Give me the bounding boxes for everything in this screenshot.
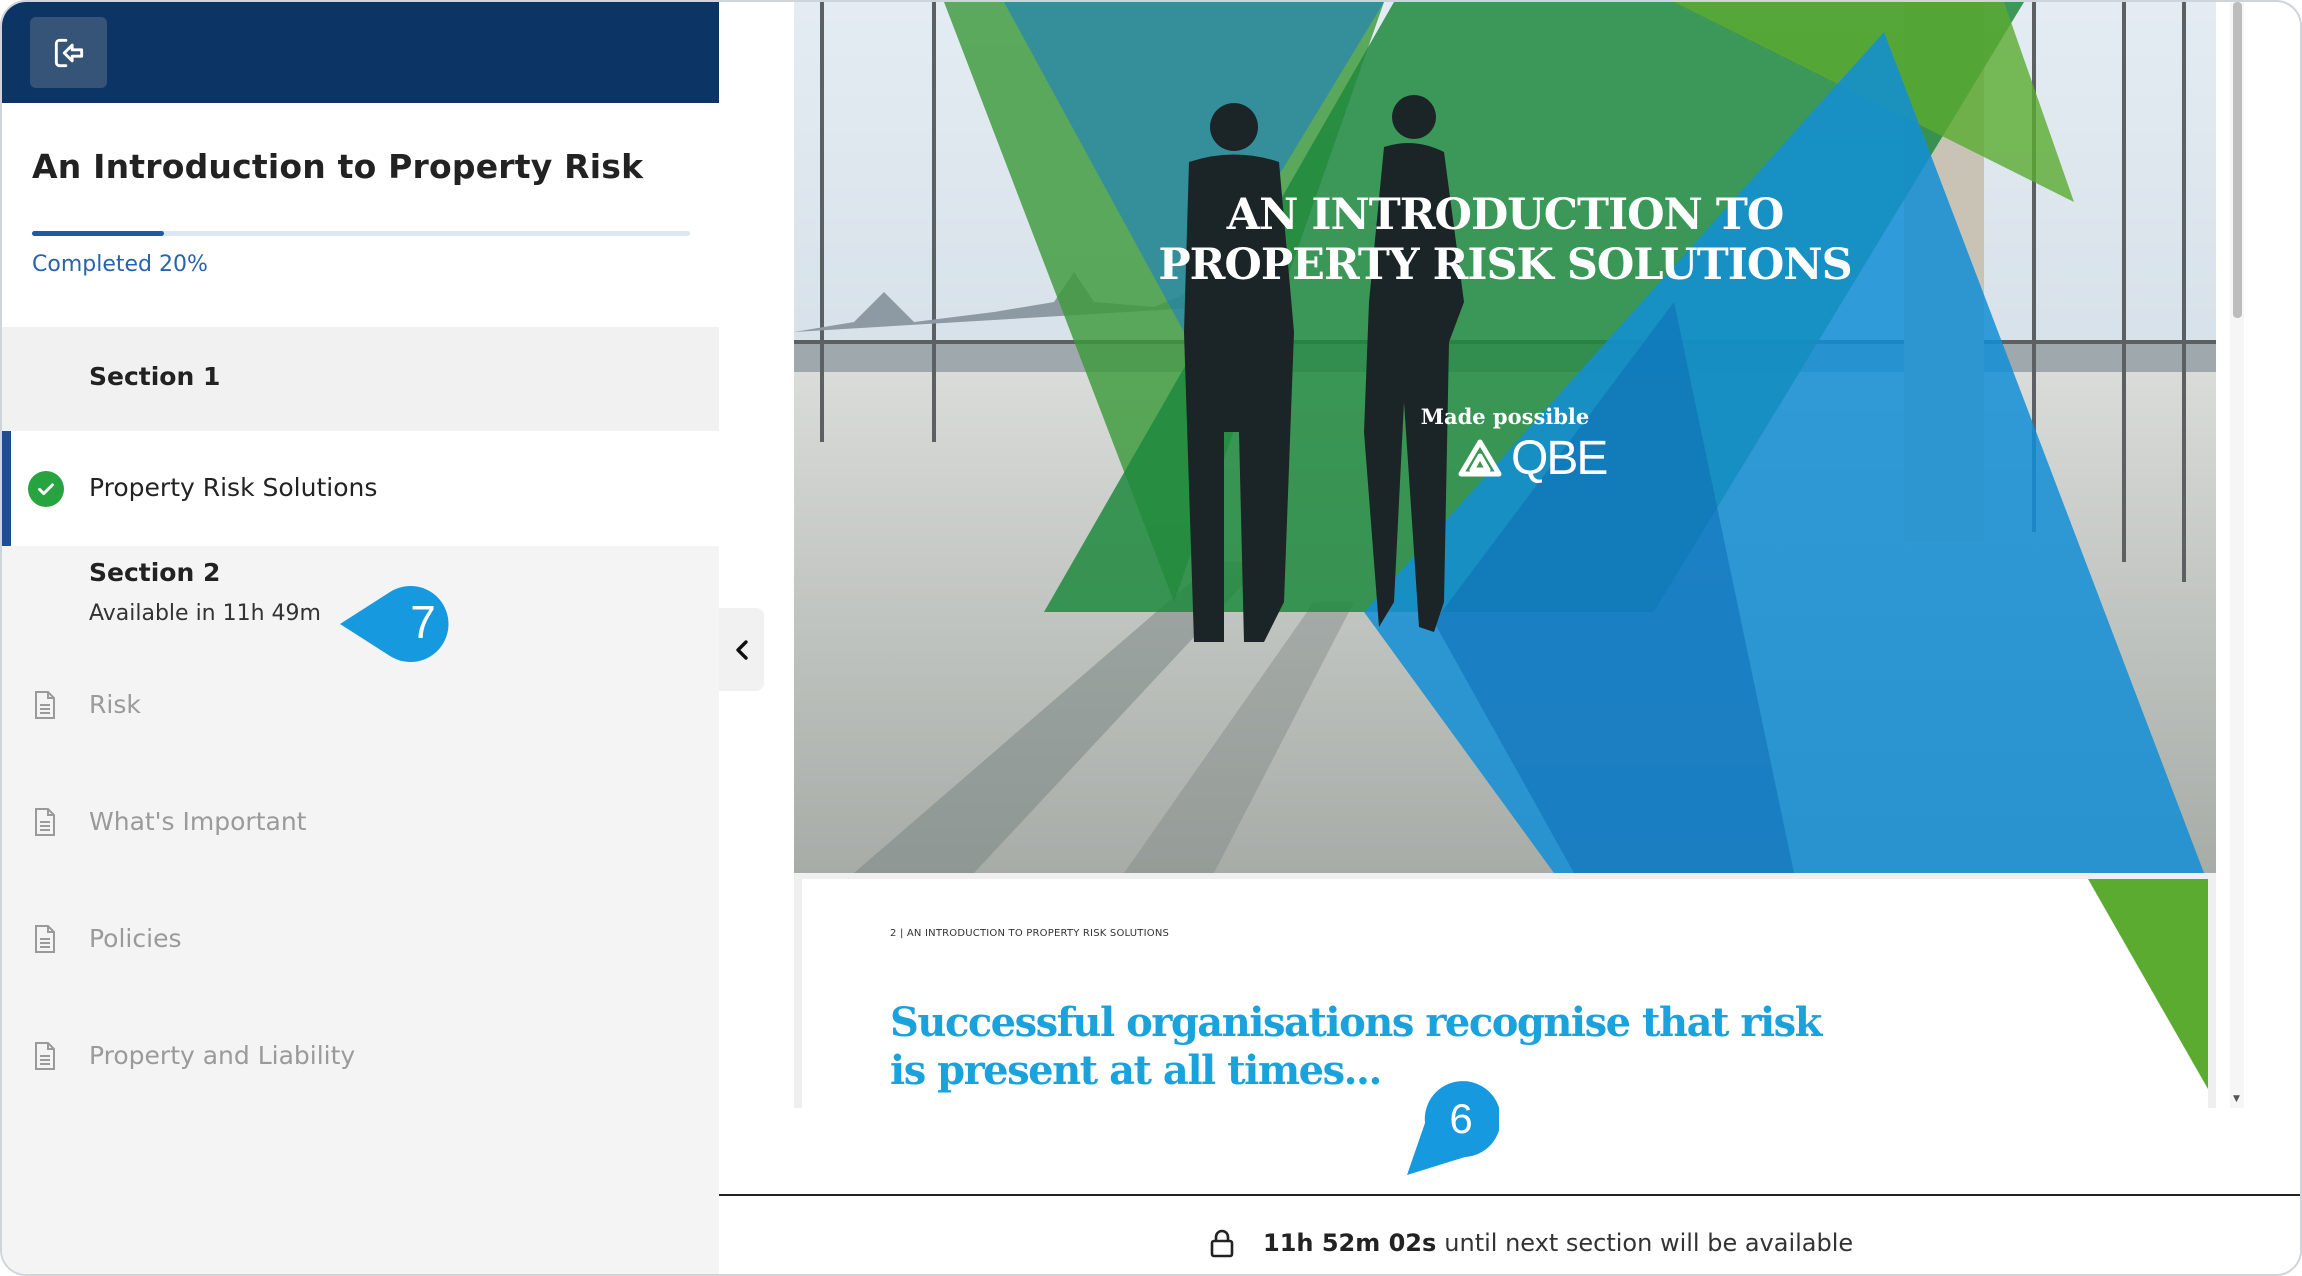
course-header: An Introduction to Property Risk Complet…	[2, 103, 719, 327]
brand-name: QBE	[1511, 431, 1608, 485]
sidebar-header-bar	[2, 2, 719, 103]
course-title: An Introduction to Property Risk	[32, 147, 644, 186]
scrollbar-thumb[interactable]	[2233, 2, 2242, 318]
section-1-header[interactable]: Section 1	[2, 327, 719, 431]
lesson-property-risk-solutions[interactable]: Property Risk Solutions	[2, 431, 719, 546]
countdown-value: 11h 52m 02s	[1263, 1229, 1437, 1257]
document-icon	[35, 808, 55, 836]
app-window: An Introduction to Property Risk Complet…	[0, 0, 2302, 1276]
lesson-label: Property Risk Solutions	[89, 473, 378, 502]
exit-icon	[54, 38, 83, 67]
lesson-item-risk: Risk	[2, 676, 719, 736]
progress-label: Completed 20%	[32, 252, 208, 277]
pdf-page-2: 2 | AN INTRODUCTION TO PROPERTY RISK SOL…	[802, 879, 2208, 1108]
lesson-label: Policies	[89, 924, 182, 953]
exit-course-button[interactable]	[30, 17, 107, 88]
section-2-availability: Available in 11h 49m	[89, 601, 321, 626]
document-icon	[35, 1042, 55, 1070]
check-icon	[28, 471, 64, 507]
qbe-logo: QBE	[1457, 431, 1617, 485]
scroll-down-arrow-icon[interactable]: ▼	[2233, 1094, 2240, 1104]
document-icon	[35, 691, 55, 719]
made-possible-text: Made possible	[1420, 404, 1590, 429]
lesson-item-policies: Policies	[2, 910, 719, 970]
page-2-heading-line-2: is present at all times...	[890, 1047, 1382, 1094]
next-section-timer-bar: 11h 52m 02s until next section will be a…	[719, 1194, 2300, 1274]
collapse-sidebar-button[interactable]	[719, 608, 764, 691]
chevron-left-icon	[735, 639, 748, 660]
lesson-item-property-and-liability: Property and Liability	[2, 1027, 719, 1087]
pdf-scrollbar[interactable]: ▼	[2230, 2, 2244, 1108]
cover-title-line-2: PROPERTY RISK SOLUTIONS	[1158, 240, 1852, 290]
course-sidebar: An Introduction to Property Risk Complet…	[2, 2, 719, 1274]
page-2-heading: Successful organisations recognise that …	[890, 999, 1822, 1095]
lesson-label: Property and Liability	[89, 1041, 356, 1070]
lesson-label: What's Important	[89, 807, 307, 836]
countdown-message: until next section will be available	[1444, 1229, 1854, 1257]
page-2-heading-line-1: Successful organisations recognise that …	[890, 999, 1822, 1046]
callout-7-text: 7	[410, 596, 436, 648]
page-2-running-header: 2 | AN INTRODUCTION TO PROPERTY RISK SOL…	[890, 928, 1170, 939]
cover-title-line-1: AN INTRODUCTION TO	[1226, 190, 1785, 240]
section-2-title: Section 2	[89, 558, 221, 587]
lock-icon	[1210, 1229, 1234, 1258]
pdf-viewer[interactable]: AN INTRODUCTION TO PROPERTY RISK SOLUTIO…	[794, 2, 2216, 1108]
document-icon	[35, 925, 55, 953]
section-1-title: Section 1	[89, 362, 221, 391]
pdf-page-cover: AN INTRODUCTION TO PROPERTY RISK SOLUTIO…	[794, 2, 2216, 873]
timer-content: 11h 52m 02s until next section will be a…	[1209, 1228, 1853, 1258]
callout-6-text: 6	[1449, 1095, 1472, 1142]
callout-marker-7: 7	[340, 586, 449, 662]
progress-bar-fill	[32, 231, 164, 236]
qbe-logo-icon	[1458, 439, 1502, 477]
progress-bar	[32, 231, 690, 236]
callout-marker-6: 6	[1407, 1081, 1499, 1175]
section-2-header: Section 2 Available in 11h 49m	[89, 558, 321, 626]
lesson-item-whats-important: What's Important	[2, 793, 719, 853]
lesson-label: Risk	[89, 690, 141, 719]
